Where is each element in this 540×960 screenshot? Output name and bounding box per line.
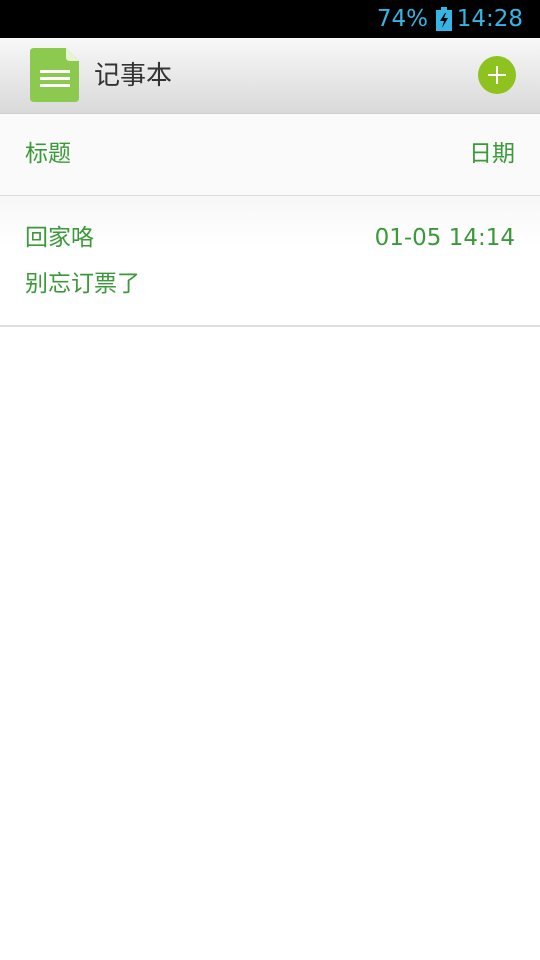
battery-charging-icon (436, 7, 452, 31)
note-date: 01-05 14:14 (374, 225, 515, 251)
action-bar: 记事本 (0, 38, 540, 114)
column-title-label: 标题 (25, 141, 71, 167)
note-list-item[interactable]: 回家咯 01-05 14:14 别忘订票了 (0, 196, 540, 327)
notepad-icon (30, 48, 79, 102)
column-date-label: 日期 (469, 141, 515, 167)
list-header: 标题 日期 (0, 114, 540, 196)
battery-percentage: 74% (376, 6, 428, 32)
add-note-button[interactable] (478, 56, 516, 94)
note-title: 回家咯 (25, 225, 94, 251)
status-bar: 74% 14:28 (0, 0, 540, 38)
app-title: 记事本 (94, 61, 173, 91)
note-body: 别忘订票了 (25, 271, 140, 297)
status-clock: 14:28 (456, 6, 523, 32)
